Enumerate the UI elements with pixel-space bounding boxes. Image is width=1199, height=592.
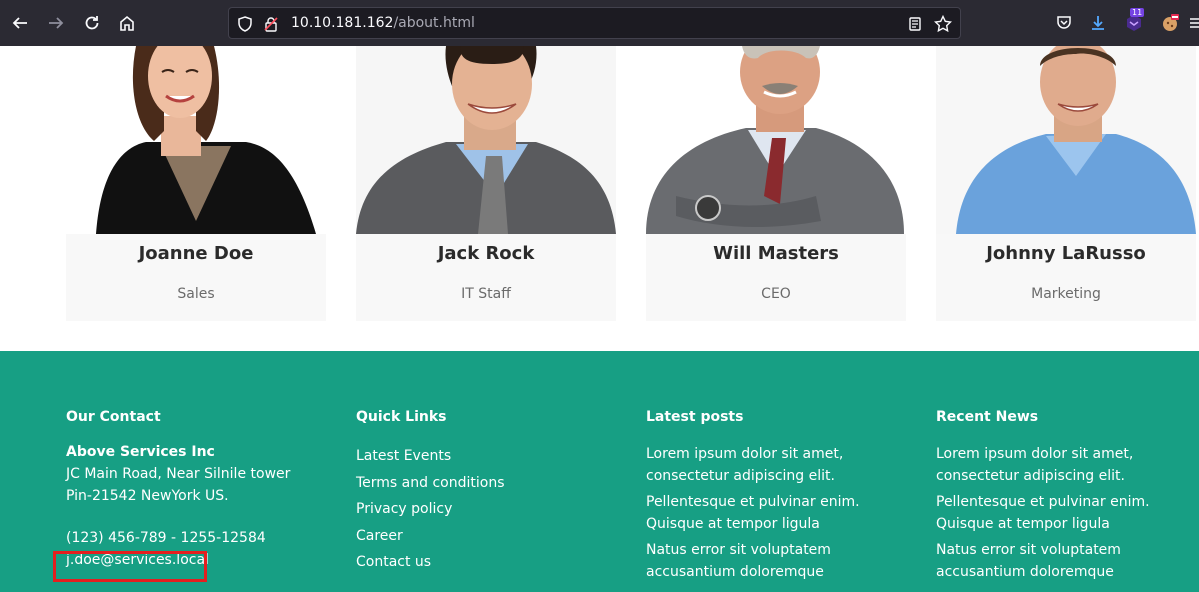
bookmark-star-icon[interactable] [933, 14, 953, 34]
team-section: Joanne Doe Sales Jack Rock IT Staff Will… [0, 46, 1199, 351]
address-line: JC Main Road, Near Silnile tower [66, 466, 291, 482]
address-bar[interactable]: 10.10.181.162/about.html [228, 7, 961, 39]
footer-link-contact[interactable]: Contact us [356, 549, 626, 576]
team-member-photo [356, 46, 616, 234]
team-member-info: Johnny LaRusso Marketing [936, 234, 1196, 321]
recent-news-item[interactable]: Lorem ipsum dolor sit amet, consectetur … [936, 443, 1199, 487]
footer-link-career[interactable]: Career [356, 523, 626, 550]
latest-post-item[interactable]: Natus error sit voluptatem accusantium d… [646, 539, 911, 583]
team-member-role: IT Staff [461, 286, 511, 302]
team-member-info: Jack Rock IT Staff [356, 234, 616, 321]
browser-toolbar: 10.10.181.162/about.html 11 [0, 0, 1199, 46]
footer-contact-heading: Our Contact [66, 409, 161, 425]
back-button[interactable] [6, 9, 34, 37]
footer-link-latest-events[interactable]: Latest Events [356, 443, 626, 470]
team-member-name: Jack Rock [437, 243, 535, 264]
reader-view-icon[interactable] [905, 14, 925, 34]
footer-recent-news-column: Recent News Lorem ipsum dolor sit amet, … [936, 409, 1199, 587]
reload-icon [85, 16, 99, 30]
url-path: /about.html [393, 15, 475, 31]
forward-button[interactable] [42, 9, 70, 37]
footer-quick-links-heading: Quick Links [356, 409, 447, 425]
extension-badge: 11 [1130, 8, 1145, 17]
team-member-info: Will Masters CEO [646, 234, 906, 321]
email-highlight-box [53, 551, 207, 582]
team-member-photo [646, 46, 906, 234]
url-host: 10.10.181.162 [291, 15, 394, 31]
team-member-info: Joanne Doe Sales [66, 234, 326, 321]
url-text[interactable]: 10.10.181.162/about.html [291, 15, 475, 31]
team-member-name: Will Masters [713, 243, 839, 264]
address-line: Pin-21542 NewYork US. [66, 488, 229, 504]
team-member-role: Sales [177, 286, 215, 302]
site-footer: Our Contact Above Services Inc JC Main R… [0, 351, 1199, 592]
home-icon [120, 15, 134, 31]
recent-news-item[interactable]: Natus error sit voluptatem accusantium d… [936, 539, 1199, 583]
reload-button[interactable] [78, 9, 106, 37]
pocket-icon[interactable] [1052, 11, 1076, 35]
footer-contact-column: Our Contact Above Services Inc JC Main R… [66, 409, 336, 571]
footer-link-terms[interactable]: Terms and conditions [356, 470, 626, 497]
latest-post-item[interactable]: Pellentesque et pulvinar enim. Quisque a… [646, 491, 911, 535]
footer-link-privacy[interactable]: Privacy policy [356, 496, 626, 523]
team-member-photo [66, 46, 326, 234]
downloads-icon[interactable] [1086, 11, 1110, 35]
shield-icon[interactable] [235, 14, 255, 34]
team-member-role: CEO [761, 286, 791, 302]
team-member-name: Joanne Doe [138, 243, 254, 264]
team-member-photo [936, 46, 1196, 234]
company-name: Above Services Inc [66, 444, 215, 460]
overflow-menu-icon[interactable] [1188, 11, 1199, 35]
phone-number: (123) 456-789 - 1255-12584 [66, 530, 266, 546]
team-member-name: Johnny LaRusso [986, 243, 1146, 264]
footer-latest-posts-heading: Latest posts [646, 409, 744, 425]
footer-latest-posts-column: Latest posts Lorem ipsum dolor sit amet,… [646, 409, 916, 587]
insecure-lock-icon[interactable] [261, 14, 281, 34]
latest-post-item[interactable]: Lorem ipsum dolor sit amet, consectetur … [646, 443, 911, 487]
back-arrow-icon [12, 17, 27, 29]
cookie-extension-icon[interactable] [1158, 11, 1182, 35]
recent-news-item[interactable]: Pellentesque et pulvinar enim. Quisque a… [936, 491, 1199, 535]
team-member-role: Marketing [1031, 286, 1101, 302]
home-button[interactable] [113, 9, 141, 37]
footer-quick-links-column: Quick Links Latest Events Terms and cond… [356, 409, 626, 576]
forward-arrow-icon [49, 17, 64, 29]
footer-recent-news-heading: Recent News [936, 409, 1039, 425]
